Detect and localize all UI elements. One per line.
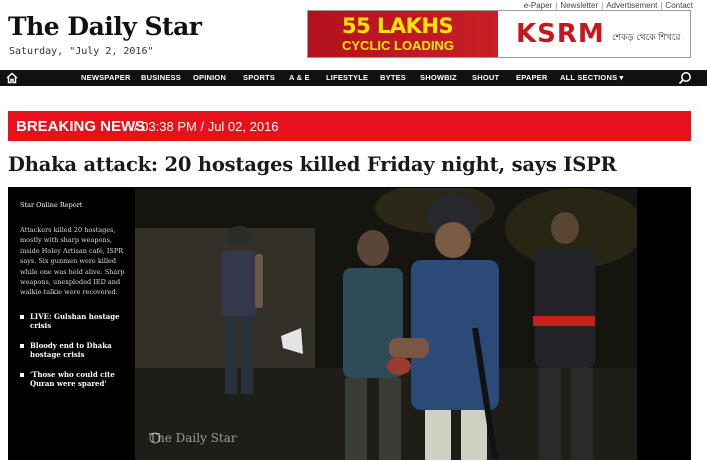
article-sidebar: Star Online Report Attackers killed 20 h… [8,187,135,460]
article-summary: Attackers killed 20 hostages, mostly wit… [20,226,125,297]
ad-brand-logo: KSRM [516,19,605,49]
nav-item-shout[interactable]: SHOUT [472,73,499,82]
article-headline[interactable]: Dhaka attack: 20 hostages killed Friday … [8,153,617,176]
breaking-news-time: / 03:38 PM / Jul 02, 2016 [134,119,279,134]
nav-item-bytes[interactable]: BYTES [380,73,406,82]
search-icon[interactable] [678,71,692,85]
site-logo[interactable]: The Daily Star [8,12,202,41]
nav-item-epaper[interactable]: EPAPER [516,73,548,82]
nav-item-business[interactable]: BUSINESS [141,73,181,82]
breaking-news-bar[interactable]: BREAKING NEWS / 03:38 PM / Jul 02, 2016 [8,111,691,141]
divider: | [555,1,558,10]
related-links: LIVE: Gulshan hostage crisis Bloody end … [20,312,135,389]
top-link-epaper[interactable]: e-Paper [524,1,552,10]
ad-right-panel: KSRM শেকড় থেকে শিখরে [498,11,690,57]
lead-photo[interactable]: The Daily Star [135,188,637,460]
lead-photo-scene [135,188,637,460]
related-link[interactable]: LIVE: Gulshan hostage crisis [20,312,130,331]
divider: | [601,1,604,10]
ad-tagline: শেকড় থেকে শিখরে [612,32,681,42]
ad-subline: CYCLIC LOADING [342,38,454,53]
ad-banner[interactable]: 55 LAKHS CYCLIC LOADING KSRM শেকড় থেকে … [307,10,691,58]
nav-item-opinion[interactable]: OPINION [193,73,226,82]
nav-item-a-and-e[interactable]: A & E [289,73,310,82]
ad-left-panel: 55 LAKHS CYCLIC LOADING [308,11,498,57]
bullet-icon [20,372,24,377]
related-link[interactable]: Bloody end to Dhaka hostage crisis [20,341,130,360]
nav-item-showbiz[interactable]: SHOWBIZ [420,73,457,82]
nav-item-newspaper[interactable]: NEWSPAPER [81,73,131,82]
nav-item-sports[interactable]: SPORTS [243,73,275,82]
ad-headline: 55 LAKHS [342,14,454,38]
breaking-news-label: BREAKING NEWS [16,118,146,135]
current-date: Saturday, "July 2, 2016" [9,46,154,57]
related-link-label: 'Those who could cite Quran were spared' [30,369,115,389]
home-icon[interactable] [6,72,18,84]
feature-panel: Star Online Report Attackers killed 20 h… [8,187,691,460]
nav-item-all-sections[interactable]: ALL SECTIONS ▾ [560,73,624,82]
top-link-newsletter[interactable]: Newsletter [560,1,598,10]
top-links: e-Paper | Newsletter | Advertisement | Contact [524,1,693,10]
related-link[interactable]: 'Those who could cite Quran were spared' [20,370,130,389]
photo-watermark: The Daily Star [149,431,237,445]
masthead: The Daily Star Saturday, "July 2, 2016" … [0,0,707,68]
related-link-label: LIVE: Gulshan hostage crisis [30,311,120,331]
nav-item-lifestyle[interactable]: LIFESTYLE [326,73,368,82]
top-link-contact[interactable]: Contact [665,1,693,10]
bullet-icon [20,314,24,319]
top-link-advertisement[interactable]: Advertisement [606,1,657,10]
main-nav: NEWSPAPER BUSINESS OPINION SPORTS A & E … [0,70,707,86]
divider: | [660,1,663,10]
bullet-icon [20,343,24,348]
article-byline: Star Online Report [20,201,83,209]
related-link-label: Bloody end to Dhaka hostage crisis [30,340,112,360]
